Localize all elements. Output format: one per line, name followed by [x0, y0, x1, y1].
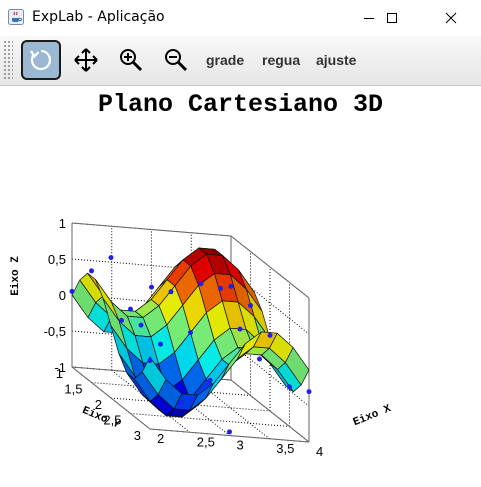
- z-tick-label: 1: [59, 216, 66, 231]
- grid-line: [130, 413, 290, 427]
- x-tick-label: 4: [316, 444, 323, 459]
- y-tick-label: 1: [56, 366, 63, 381]
- data-point: [218, 285, 223, 291]
- plot-3d-canvas[interactable]: -1-0,500,5111,522,53 2 2,5 3 3,5 4Eixo ZEixo …: [0, 0, 481, 487]
- data-point: [69, 288, 75, 294]
- data-point: [119, 317, 124, 323]
- z-axis-label: Eixo Z: [10, 256, 22, 296]
- x-tick-label: 2,5: [197, 434, 215, 449]
- data-point: [257, 356, 262, 362]
- data-point: [267, 332, 273, 338]
- x-tick-label: 3,5: [276, 441, 294, 456]
- data-point: [207, 377, 213, 383]
- z-tick-label: 0,5: [48, 252, 66, 267]
- data-point: [287, 384, 292, 390]
- data-point: [306, 389, 312, 395]
- data-point: [138, 322, 144, 328]
- y-tick-label: 1,5: [64, 382, 82, 397]
- data-point: [147, 358, 153, 364]
- axis-box-edge: [71, 222, 232, 237]
- data-point: [158, 341, 163, 347]
- x-tick-label: 3: [237, 438, 244, 453]
- data-point: [177, 400, 183, 406]
- x-tick-label: 2: [157, 431, 164, 446]
- z-tick-label: 0: [59, 288, 66, 303]
- data-point: [228, 283, 234, 289]
- data-point: [188, 330, 193, 335]
- data-point: [89, 268, 94, 274]
- data-point: [198, 281, 204, 287]
- data-point: [237, 326, 243, 332]
- y-tick-label: 3: [134, 428, 141, 443]
- data-point: [128, 306, 133, 312]
- data-point: [248, 303, 253, 308]
- z-tick-label: -0,5: [44, 324, 66, 339]
- data-point: [227, 429, 232, 435]
- x-axis-label: Eixo X: [352, 403, 394, 429]
- data-point: [149, 284, 154, 290]
- data-point: [168, 289, 174, 295]
- data-point: [108, 255, 114, 261]
